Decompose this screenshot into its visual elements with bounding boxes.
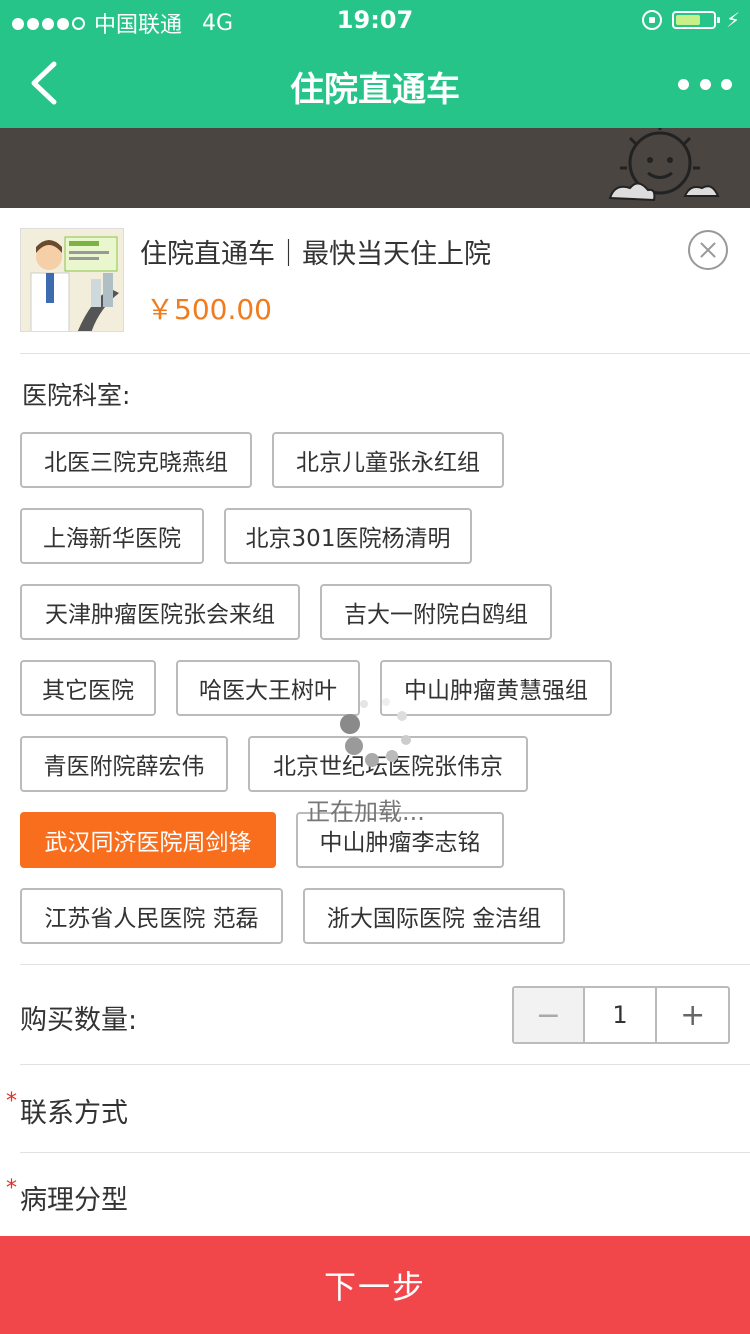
divider [20,964,750,965]
more-options-icon[interactable] [678,66,732,102]
product-name: 住院直通车｜最快当天住上院 [140,239,491,270]
department-label: 医院科室: [22,381,131,410]
department-option[interactable]: 北医三院克晓燕组 [20,432,252,488]
department-option[interactable]: 北京儿童张永红组 [272,432,504,488]
battery-icon [671,11,720,29]
required-mark: * [6,1176,17,1201]
status-right: ⚡ [641,8,740,32]
sun-cloud-illustration [608,128,720,202]
department-option[interactable]: 中山肿瘤黄慧强组 [380,660,612,716]
divider [20,1064,750,1065]
status-bar: 中国联通 4G 19:07 ⚡ [0,0,750,40]
quantity-value[interactable]: 1 [585,988,658,1042]
product-options-sheet: 住院直通车｜最快当天住上院 ￥500.00 医院科室: 北医三院克晓燕组 北京儿… [0,208,750,1236]
rotation-lock-icon [641,10,662,30]
quantity-label: 购买数量: [20,1005,138,1036]
department-option[interactable]: 江苏省人民医院 范磊 [20,888,283,944]
contact-field[interactable]: * 联系方式 [6,1089,128,1130]
divider [20,353,750,354]
department-option[interactable]: 浙大国际医院 金洁组 [303,888,565,944]
department-option[interactable]: 吉大一附院白鸥组 [320,584,552,640]
product-thumbnail [20,228,124,332]
department-option[interactable]: 上海新华医院 [20,508,204,564]
department-option[interactable]: 天津肿瘤医院张会来组 [20,584,300,640]
decrease-button[interactable]: − [514,988,585,1042]
contact-label: 联系方式 [20,1098,128,1129]
status-time: 19:07 [336,6,414,34]
close-icon[interactable] [688,230,728,270]
department-option[interactable]: 其它医院 [20,660,156,716]
charging-icon: ⚡ [725,8,740,32]
background-banner [0,128,750,210]
department-option[interactable]: 青医附院薛宏伟 [20,736,228,792]
pathology-field[interactable]: * 病理分型 [6,1176,128,1217]
pathology-label: 病理分型 [20,1185,128,1216]
doctor-illustration [21,229,123,331]
required-mark: * [6,1089,17,1114]
department-option[interactable]: 北京301医院杨清明 [224,508,472,564]
department-option[interactable]: 北京世纪坛医院张伟京 [248,736,528,792]
department-option[interactable]: 哈医大王树叶 [176,660,360,716]
nav-bar: 住院直通车 [0,40,750,128]
page-title: 住院直通车 [290,70,460,110]
divider [20,1152,750,1153]
increase-button[interactable]: + [657,988,728,1042]
product-price: ￥500.00 [146,293,272,326]
department-option[interactable]: 中山肿瘤李志铭 [296,812,504,868]
quantity-stepper: − 1 + [512,986,730,1044]
department-option-selected[interactable]: 武汉同济医院周剑锋 [20,812,276,868]
next-step-button[interactable]: 下一步 [0,1236,750,1334]
